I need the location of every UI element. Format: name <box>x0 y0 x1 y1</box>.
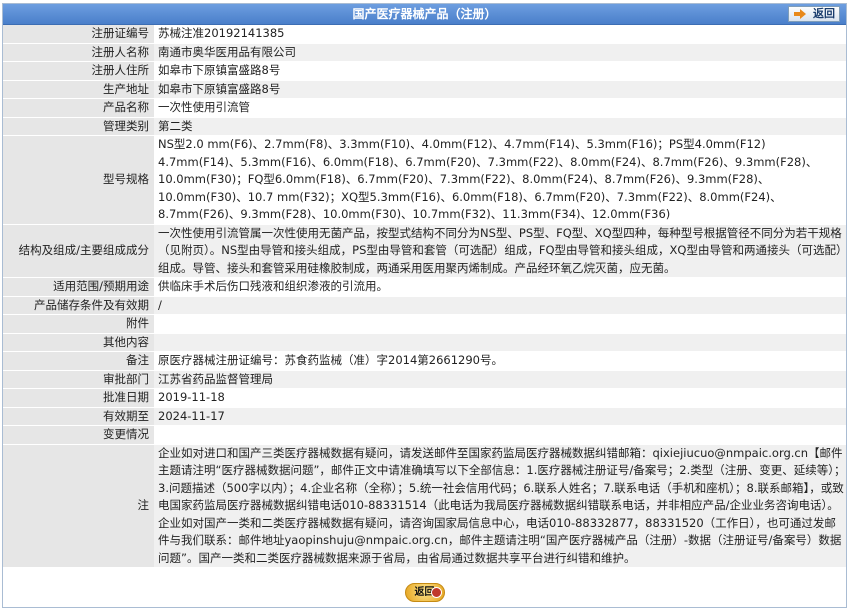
value-change-history <box>154 425 846 445</box>
back-arrow-icon <box>430 587 442 598</box>
value-note: 企业如对进口和国产三类医疗器械数据有疑问，请发送邮件至国家药监局医疗器械数据纠错… <box>154 444 846 568</box>
row-note: 注 企业如对进口和国产三类医疗器械数据有疑问，请发送邮件至国家药监局医疗器械数据… <box>3 444 846 568</box>
back-button-top[interactable]: 返回 <box>788 6 840 22</box>
value-approval-department: 江苏省药品监督管理局 <box>154 370 846 389</box>
label-intended-use: 适用范围/预期用途 <box>3 277 154 297</box>
label-attachments: 附件 <box>3 314 154 334</box>
label-approval-date: 批准日期 <box>3 388 154 408</box>
label-model-spec: 型号规格 <box>3 135 154 225</box>
value-registrant-name: 南通市奥华医用品有限公司 <box>154 43 846 62</box>
back-button-top-label: 返回 <box>813 7 835 20</box>
value-attachments <box>154 314 846 334</box>
value-production-address: 如皋市下原镇富盛路8号 <box>154 80 846 99</box>
label-other-content: 其他内容 <box>3 333 154 352</box>
row-storage-validity: 产品储存条件及有效期 / <box>3 296 846 315</box>
row-structure-composition: 结构及组成/主要组成成分 一次性使用引流管属一次性使用无菌产品，按型式结构不同分… <box>3 224 846 278</box>
value-storage-validity: / <box>154 296 846 315</box>
label-management-category: 管理类别 <box>3 117 154 136</box>
label-product-name: 产品名称 <box>3 98 154 118</box>
row-registrant-name: 注册人名称 南通市奥华医用品有限公司 <box>3 43 846 62</box>
label-approval-department: 审批部门 <box>3 370 154 389</box>
row-valid-until: 有效期至 2024-11-17 <box>3 407 846 426</box>
detail-table: 注册证编号 苏械注准20192141385 注册人名称 南通市奥华医用品有限公司… <box>3 25 846 568</box>
value-structure-composition: 一次性使用引流管属一次性使用无菌产品，按型式结构不同分为NS型、PS型、FQ型、… <box>154 224 846 278</box>
value-registration-number: 苏械注准20192141385 <box>154 25 846 44</box>
value-other-content <box>154 333 846 352</box>
value-model-spec: NS型2.0 mm(F6)、2.7mm(F8)、3.3mm(F10)、4.0mm… <box>154 135 846 225</box>
value-registrant-address: 如皋市下原镇富盛路8号 <box>154 61 846 81</box>
row-intended-use: 适用范围/预期用途 供临床手术后伤口残液和组织渗液的引流用。 <box>3 277 846 297</box>
label-registrant-address: 注册人住所 <box>3 61 154 81</box>
row-change-history: 变更情况 <box>3 425 846 445</box>
value-valid-until: 2024-11-17 <box>154 407 846 426</box>
footer: 返回 <box>3 580 846 607</box>
label-note: 注 <box>3 444 154 568</box>
label-registrant-name: 注册人名称 <box>3 43 154 62</box>
value-management-category: 第二类 <box>154 117 846 136</box>
value-approval-date: 2019-11-18 <box>154 388 846 408</box>
label-storage-validity: 产品储存条件及有效期 <box>3 296 154 315</box>
label-structure-composition: 结构及组成/主要组成成分 <box>3 224 154 278</box>
title-bar: 国产医疗器械产品（注册） 返回 <box>3 4 846 25</box>
row-management-category: 管理类别 第二类 <box>3 117 846 136</box>
row-model-spec: 型号规格 NS型2.0 mm(F6)、2.7mm(F8)、3.3mm(F10)、… <box>3 135 846 225</box>
label-remarks: 备注 <box>3 351 154 371</box>
value-remarks: 原医疗器械注册证编号：苏食药监械（准）字2014第2661290号。 <box>154 351 846 371</box>
row-approval-department: 审批部门 江苏省药品监督管理局 <box>3 370 846 389</box>
label-production-address: 生产地址 <box>3 80 154 99</box>
row-product-name: 产品名称 一次性使用引流管 <box>3 98 846 118</box>
row-registrant-address: 注册人住所 如皋市下原镇富盛路8号 <box>3 61 846 81</box>
label-registration-number: 注册证编号 <box>3 25 154 44</box>
label-valid-until: 有效期至 <box>3 407 154 426</box>
value-intended-use: 供临床手术后伤口残液和组织渗液的引流用。 <box>154 277 846 297</box>
back-button-bottom[interactable]: 返回 <box>404 583 445 602</box>
row-registration-number: 注册证编号 苏械注准20192141385 <box>3 25 846 44</box>
value-product-name: 一次性使用引流管 <box>154 98 846 118</box>
row-attachments: 附件 <box>3 314 846 334</box>
detail-panel: 国产医疗器械产品（注册） 返回 注册证编号 苏械注准20192141385 注册… <box>2 3 847 608</box>
label-change-history: 变更情况 <box>3 425 154 445</box>
row-production-address: 生产地址 如皋市下原镇富盛路8号 <box>3 80 846 99</box>
row-remarks: 备注 原医疗器械注册证编号：苏食药监械（准）字2014第2661290号。 <box>3 351 846 371</box>
row-other-content: 其他内容 <box>3 333 846 352</box>
row-approval-date: 批准日期 2019-11-18 <box>3 388 846 408</box>
arrow-right-icon <box>794 9 806 19</box>
page-title: 国产医疗器械产品（注册） <box>352 7 497 21</box>
